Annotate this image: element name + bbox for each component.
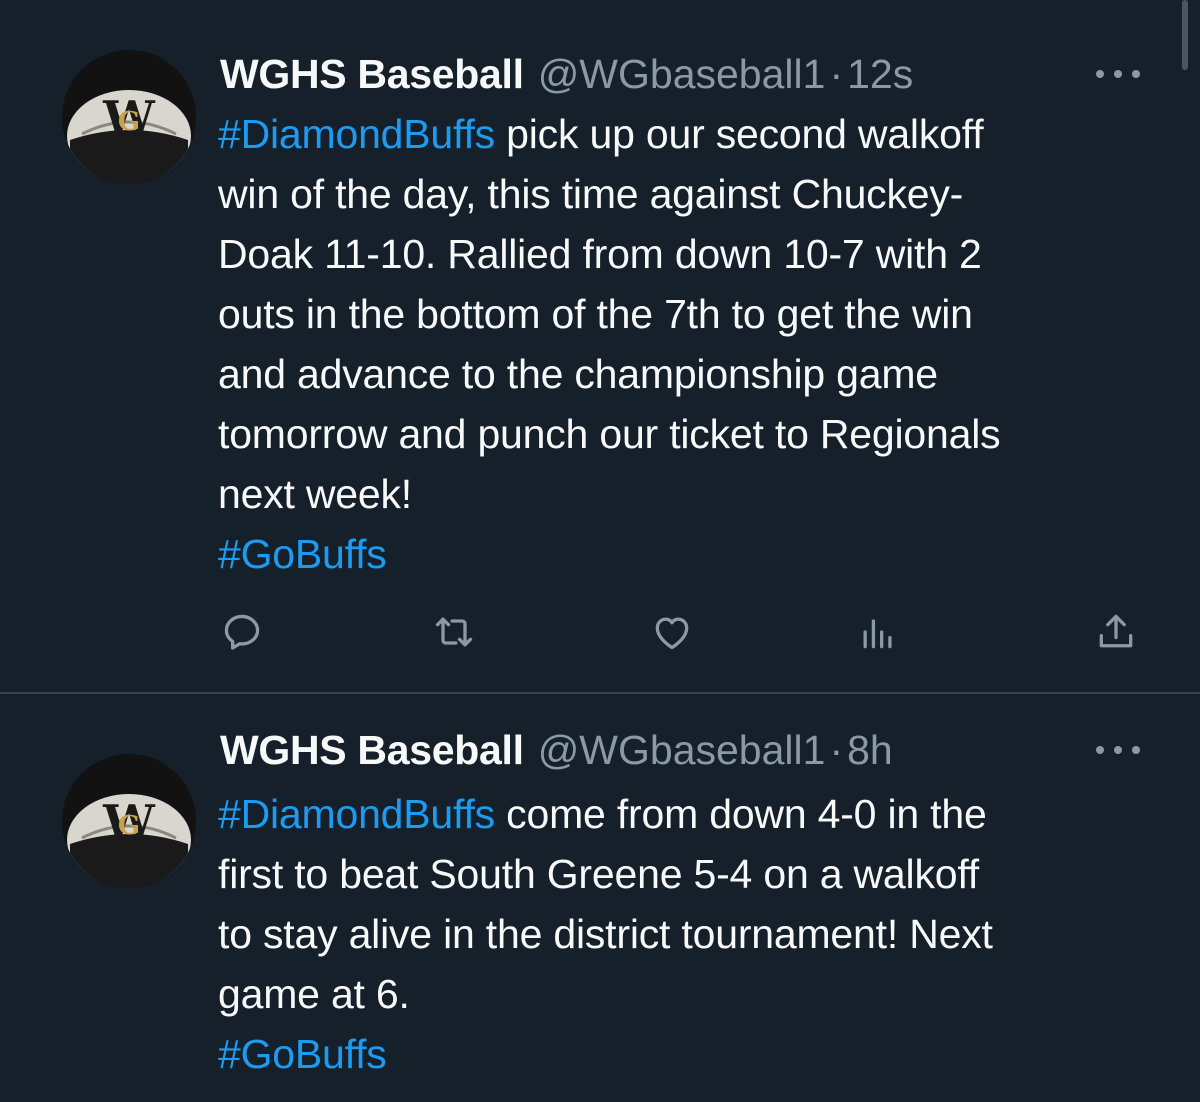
- tweet-text-segment: Doak 11-10. Rallied from down 10-7 with …: [218, 231, 982, 277]
- separator-dot: ·: [829, 50, 844, 97]
- tweet-text-line: game at 6.: [218, 964, 1158, 1024]
- tweet-text-segment: pick up our second walkoff: [494, 111, 984, 157]
- tweet-text-segment: next week!: [218, 471, 412, 517]
- tweet[interactable]: W G WGHS Baseball @WGbaseball1 · 12s #Di…: [0, 0, 1200, 692]
- action-bar: [218, 608, 1140, 656]
- tweet-text-segment: game at 6.: [218, 971, 410, 1017]
- more-options-icon[interactable]: [1096, 740, 1140, 760]
- svg-text:G: G: [118, 107, 140, 137]
- hashtag-link[interactable]: #DiamondBuffs: [218, 111, 495, 157]
- hashtag-link[interactable]: #DiamondBuffs: [218, 791, 495, 837]
- views-button[interactable]: [854, 608, 902, 656]
- tweet-text-line: #GoBuffs: [218, 1024, 1158, 1084]
- tweet-text-segment: to stay alive in the district tournament…: [218, 911, 993, 957]
- tweet-text-segment: first to beat South Greene 5-4 on a walk…: [218, 851, 979, 897]
- tweet-text: #DiamondBuffs come from down 4-0 in the f…: [218, 784, 1158, 1084]
- tweet-text-line: #DiamondBuffs come from down 4-0 in the: [218, 784, 1158, 844]
- user-handle[interactable]: @WGbaseball1: [538, 51, 826, 98]
- share-icon: [1099, 614, 1133, 648]
- reply-button[interactable]: [218, 608, 266, 656]
- tweet-text-line: tomorrow and punch our ticket to Regiona…: [218, 404, 1158, 464]
- like-button[interactable]: [648, 608, 696, 656]
- hashtag-link[interactable]: #GoBuffs: [218, 1031, 387, 1077]
- tweet-header: WGHS Baseball @WGbaseball1 · 12s: [220, 48, 1140, 100]
- retweet-icon: [435, 617, 473, 647]
- like-icon: [655, 617, 689, 650]
- separator-dot: ·: [829, 726, 844, 773]
- avatar[interactable]: W G: [62, 754, 196, 888]
- share-button[interactable]: [1092, 608, 1140, 656]
- views-icon: [863, 619, 892, 649]
- reply-icon: [224, 614, 260, 650]
- tweet-text-line: and advance to the championship game: [218, 344, 1158, 404]
- tweet-text-line: #GoBuffs: [218, 524, 1158, 584]
- cap-logo-icon: W G: [62, 50, 196, 184]
- more-options-icon[interactable]: [1096, 64, 1140, 84]
- retweet-button[interactable]: [430, 608, 478, 656]
- timeline-feed[interactable]: W G WGHS Baseball @WGbaseball1 · 12s #Di…: [0, 0, 1200, 1102]
- timestamp[interactable]: 8h: [847, 727, 893, 774]
- hashtag-link[interactable]: #GoBuffs: [218, 531, 387, 577]
- tweet-text-segment: and advance to the championship game: [218, 351, 938, 397]
- tweet-text-segment: tomorrow and punch our ticket to Regiona…: [218, 411, 1001, 457]
- tweet-text: #DiamondBuffs pick up our second walkoff…: [218, 104, 1158, 584]
- cap-logo-icon: W G: [62, 754, 196, 888]
- tweet-text-line: Doak 11-10. Rallied from down 10-7 with …: [218, 224, 1158, 284]
- tweet-text-segment: come from down 4-0 in the: [494, 791, 987, 837]
- tweet-header: WGHS Baseball @WGbaseball1 · 8h: [220, 724, 1140, 776]
- tweet-text-line: #DiamondBuffs pick up our second walkoff: [218, 104, 1158, 164]
- avatar[interactable]: W G: [62, 50, 196, 184]
- tweet-text-line: win of the day, this time against Chucke…: [218, 164, 1158, 224]
- tweet-text-segment: outs in the bottom of the 7th to get the…: [218, 291, 973, 337]
- display-name[interactable]: WGHS Baseball: [220, 727, 524, 774]
- tweet-text-line: first to beat South Greene 5-4 on a walk…: [218, 844, 1158, 904]
- user-handle[interactable]: @WGbaseball1: [538, 727, 826, 774]
- tweet-text-line: next week!: [218, 464, 1158, 524]
- tweet-text-segment: win of the day, this time against Chucke…: [218, 171, 964, 217]
- timestamp[interactable]: 12s: [847, 51, 913, 98]
- display-name[interactable]: WGHS Baseball: [220, 51, 524, 98]
- tweet-text-line: to stay alive in the district tournament…: [218, 904, 1158, 964]
- svg-text:G: G: [118, 811, 140, 841]
- tweet[interactable]: W G WGHS Baseball @WGbaseball1 · 8h #Dia…: [0, 694, 1200, 1102]
- tweet-text-line: outs in the bottom of the 7th to get the…: [218, 284, 1158, 344]
